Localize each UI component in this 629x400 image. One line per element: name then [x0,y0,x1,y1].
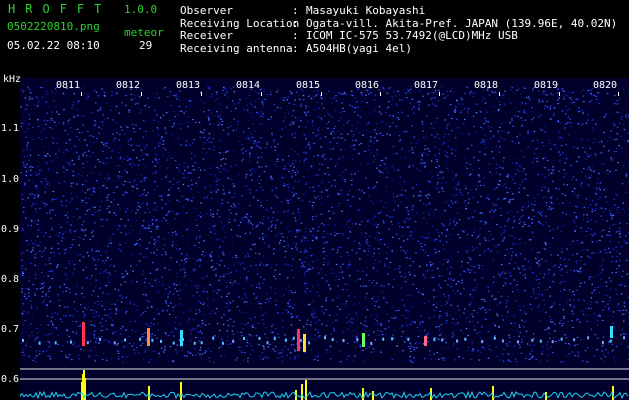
time-label: 0814 [236,80,261,91]
carrier-layer [22,336,625,345]
meteor-bar [180,382,182,400]
time-label: 0818 [474,80,499,91]
time-label: 0819 [534,80,559,91]
app-brand: HROFFT [8,2,112,16]
spectrogram-canvas [20,86,629,400]
y-tick-label: 0.6 [1,374,20,385]
meteor-bar [372,391,374,400]
meteor-streak [180,330,183,346]
info-key: Receiving antenna [180,41,293,55]
time-label: 0811 [56,80,81,91]
meteor-streak [610,326,613,338]
y-tick-label: 0.8 [1,274,20,285]
info-value: Masayuki Kobayashi [306,4,426,17]
meteor-streak [147,328,150,346]
meteor-count: 29 [139,39,153,52]
time-tick [141,92,142,96]
info-row-antenna: Receiving antenna: A504HB(yagi 4el) [180,41,412,55]
info-value: Ogata-vill. Akita-Pref. JAPAN (139.96E, … [306,16,618,30]
meteor-streak [82,322,85,346]
info-row-observer: Observer: Masayuki Kobayashi [180,4,426,17]
time-tick [439,92,440,96]
frequency-unit: kHz [3,74,22,85]
time-label: 0820 [593,80,618,91]
meteor-bar [301,384,303,400]
time-label: 0817 [414,80,439,91]
info-row-receiver: Receiver: ICOM IC-575 53.7492(@LCD)MHz U… [180,29,518,42]
y-tick-label: 0.9 [1,224,20,235]
y-tick-label: 0.7 [1,324,20,335]
time-label: 0813 [176,80,201,91]
info-key: Observer [180,4,233,17]
info-value: A504HB(yagi 4el) [306,41,412,55]
meteor-streak [303,334,306,352]
meteor-label: meteor [124,26,164,39]
info-key: Receiving Location [180,16,300,30]
time-tick [321,92,322,96]
time-tick [201,92,202,96]
time-tick [559,92,560,96]
header-panel: HROFFT 1.0.0 0502220810.png meteor 05.02… [0,0,629,70]
app-version: 1.0.0 [124,3,158,16]
time-label: 0812 [116,80,141,91]
spectrogram [20,78,629,400]
y-tick-label: 1.1 [1,123,20,134]
time-tick [499,92,500,96]
y-tick-label: 1.0 [1,174,20,185]
station-info: Observer: Masayuki Kobayashi Receiving L… [180,4,618,55]
meteor-bar [148,386,150,400]
info-key: Receiver [180,29,233,42]
time-tick [618,92,619,96]
info-row-location: Receiving Location: Ogata-vill. Akita-Pr… [180,16,618,30]
file-name: 0502220810.png [7,20,100,33]
info-value: ICOM IC-575 53.7492(@LCD)MHz USB [306,29,518,42]
noise-layer [20,86,629,363]
time-label: 0816 [355,80,380,91]
level-trace [20,390,629,400]
time-tick [380,92,381,96]
time-label: 0815 [296,80,321,91]
meteor-streak [424,336,427,346]
meteor-streak [362,333,365,347]
meteor-streak [297,329,300,351]
datetime: 05.02.22 08:10 [7,39,100,52]
time-tick [261,92,262,96]
time-tick [81,92,82,96]
